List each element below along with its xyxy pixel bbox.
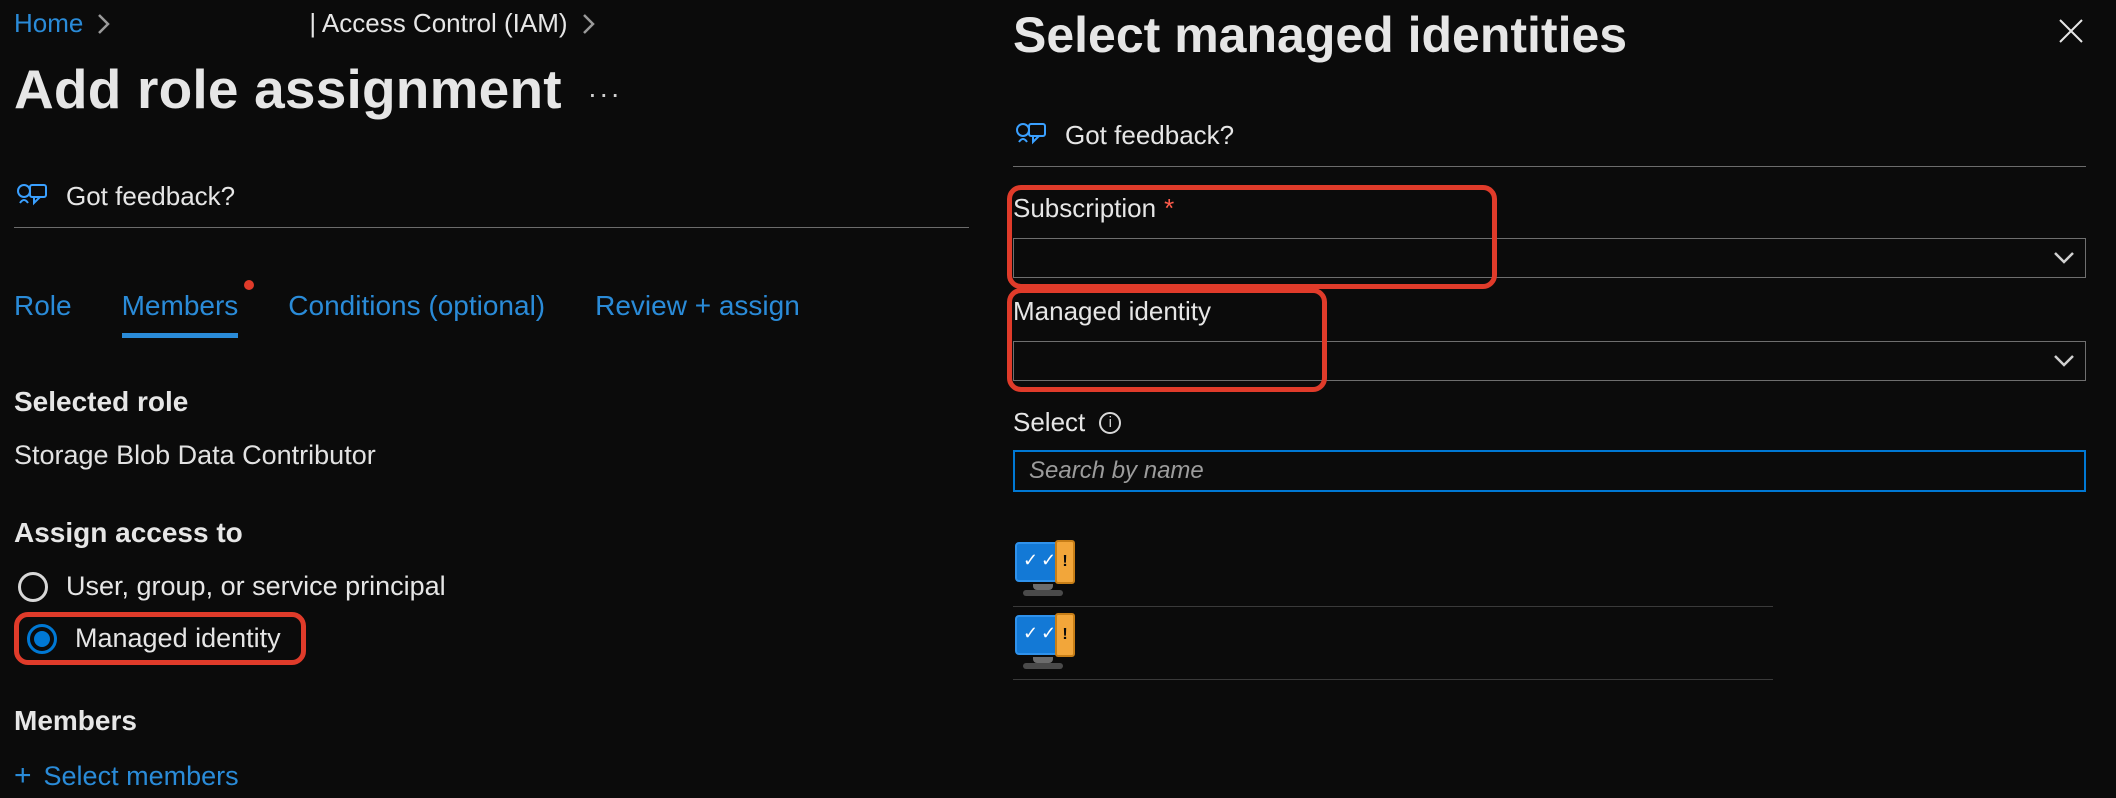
highlight-box	[1007, 185, 1497, 289]
highlight-box: Managed identity	[14, 612, 306, 665]
main-content: Home | Access Control (IAM) Add role ass…	[0, 0, 983, 798]
assign-access-to-label: Assign access to	[14, 517, 969, 549]
radio-label: User, group, or service principal	[66, 571, 446, 602]
managed-identity-field-block: Managed identity	[1013, 296, 2086, 381]
close-icon	[2056, 16, 2086, 46]
list-item[interactable]: ✓✓ !	[1013, 607, 1773, 680]
attention-dot-icon	[244, 280, 254, 290]
subscription-field-block: Subscription*	[1013, 193, 2086, 278]
tab-review-assign[interactable]: Review + assign	[595, 290, 800, 332]
select-label-row: Select i	[1013, 407, 2086, 438]
breadcrumb-home[interactable]: Home	[14, 8, 83, 39]
select-label: Select	[1013, 407, 1085, 438]
tab-members-label: Members	[122, 290, 239, 321]
chevron-down-icon	[2053, 251, 2075, 265]
highlight-box	[1007, 288, 1327, 392]
more-actions-icon[interactable]: ···	[588, 68, 622, 110]
radio-user-group-sp[interactable]: User, group, or service principal	[14, 567, 969, 606]
panel-title: Select managed identities	[1013, 6, 1627, 64]
feedback-label: Got feedback?	[66, 181, 235, 212]
select-members-link[interactable]: + Select members	[14, 759, 969, 793]
select-managed-identities-panel: Select managed identities Got feedback?	[983, 0, 2116, 798]
plus-icon: +	[14, 759, 32, 793]
radio-icon	[18, 572, 48, 602]
chevron-right-icon	[582, 13, 596, 35]
select-members-label: Select members	[44, 761, 239, 792]
feedback-link[interactable]: Got feedback?	[14, 179, 969, 228]
breadcrumb-access-control[interactable]: | Access Control (IAM)	[309, 8, 567, 39]
managed-identity-icon: ✓✓ !	[1013, 542, 1083, 598]
close-button[interactable]	[2056, 6, 2086, 46]
panel-feedback-label: Got feedback?	[1065, 120, 1234, 151]
breadcrumb: Home | Access Control (IAM)	[14, 0, 969, 39]
radio-managed-identity[interactable]: Managed identity	[23, 619, 291, 658]
search-input[interactable]	[1013, 450, 2086, 492]
selected-role-value: Storage Blob Data Contributor	[14, 440, 969, 471]
chevron-right-icon	[97, 13, 111, 35]
panel-feedback-link[interactable]: Got feedback?	[1013, 118, 2086, 167]
chevron-down-icon	[2053, 354, 2075, 368]
managed-identity-icon: ✓✓ !	[1013, 615, 1083, 671]
selected-role-label: Selected role	[14, 386, 969, 418]
list-item[interactable]: ✓✓ !	[1013, 534, 1773, 607]
tab-conditions[interactable]: Conditions (optional)	[288, 290, 545, 332]
members-label: Members	[14, 705, 969, 737]
radio-label: Managed identity	[75, 623, 281, 654]
page-title: Add role assignment	[14, 57, 562, 121]
feedback-icon	[14, 179, 48, 213]
feedback-icon	[1013, 118, 1047, 152]
radio-icon	[27, 624, 57, 654]
tab-members[interactable]: Members	[122, 290, 239, 332]
info-icon[interactable]: i	[1099, 412, 1121, 434]
tabs: Role Members Conditions (optional) Revie…	[14, 290, 969, 332]
result-list: ✓✓ ! ✓✓ !	[1013, 534, 2086, 680]
assign-access-radio-group: User, group, or service principal Manage…	[14, 567, 969, 665]
tab-role[interactable]: Role	[14, 290, 72, 332]
